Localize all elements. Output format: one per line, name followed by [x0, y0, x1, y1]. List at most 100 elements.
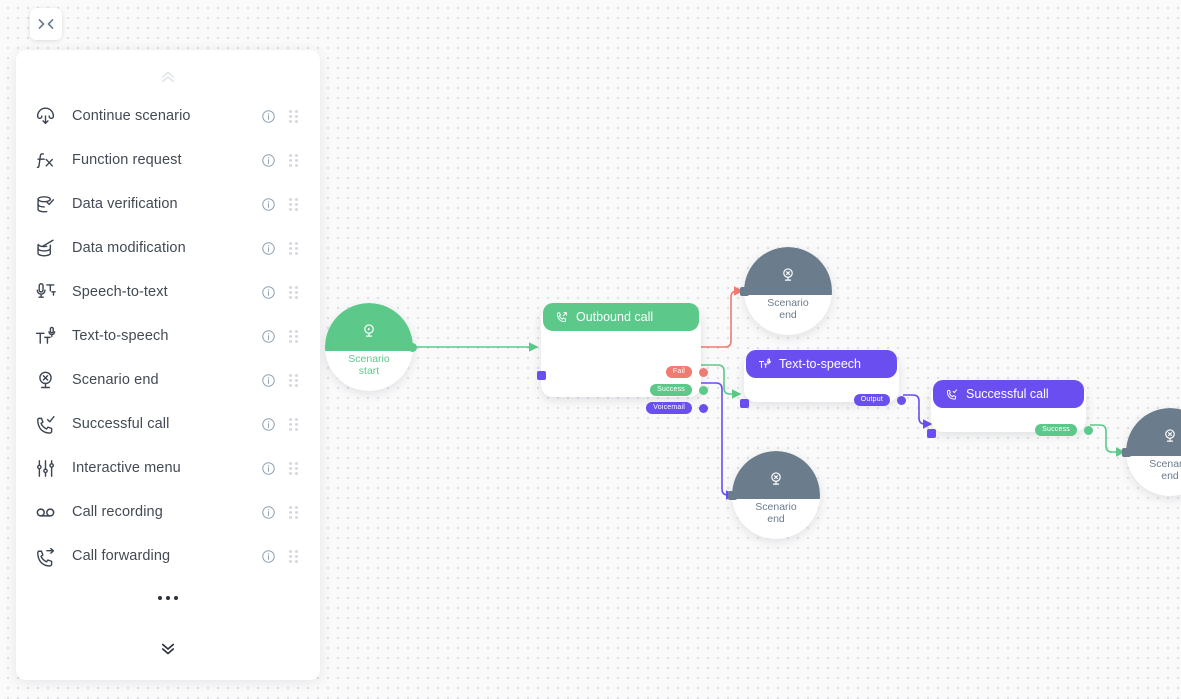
- info-circle-icon[interactable]: [256, 153, 280, 168]
- info-circle-icon[interactable]: [256, 109, 280, 124]
- drag-handle-icon[interactable]: [280, 197, 306, 211]
- port-success-2[interactable]: Success: [1035, 424, 1093, 436]
- scenario-start-circle[interactable]: Scenario start: [325, 303, 413, 391]
- port-fail[interactable]: Fail: [665, 366, 708, 378]
- sidebar-item-speech-to-text[interactable]: Speech-to-text: [30, 270, 306, 314]
- edge-success-to-scenario-end-right: [1090, 424, 1126, 457]
- port-success-2-dot[interactable]: [1084, 425, 1093, 435]
- drag-handle-icon[interactable]: [280, 153, 306, 167]
- sidebar-more-button[interactable]: [30, 578, 306, 618]
- ellipsis-icon: [158, 596, 162, 600]
- chevron-double-up-icon: [161, 71, 175, 83]
- call-forwarding-icon: [30, 546, 60, 567]
- port-success[interactable]: Success: [650, 384, 708, 396]
- successful-call-title: Successful call: [966, 387, 1049, 401]
- collapse-horizontal-icon: [38, 19, 54, 29]
- info-circle-icon[interactable]: [256, 285, 280, 300]
- node-scenario-end-bottom[interactable]: Scenario end: [728, 451, 820, 539]
- outbound-call-title: Outbound call: [576, 310, 654, 324]
- info-circle-icon[interactable]: [256, 417, 280, 432]
- sidebar-item-label: Function request: [72, 152, 182, 168]
- port-fail-dot[interactable]: [699, 367, 708, 377]
- sidebar-item-data-verification[interactable]: Data verification: [30, 182, 306, 226]
- info-circle-icon[interactable]: [256, 329, 280, 344]
- function-request-icon: [30, 150, 60, 171]
- scenario-end-bottom-dome: [732, 451, 820, 499]
- drag-handle-icon[interactable]: [280, 417, 306, 431]
- data-verification-icon: [30, 194, 60, 215]
- sidebar-item-label: Speech-to-text: [72, 284, 168, 300]
- outbound-call-header: Outbound call: [543, 303, 699, 331]
- blocks-sidebar[interactable]: Continue scenario Function request Data …: [16, 50, 320, 680]
- scenario-start-output-port[interactable]: [408, 343, 417, 352]
- successful-call-input-port[interactable]: [927, 429, 936, 438]
- port-success-label: Success: [650, 384, 692, 396]
- scenario-end-icon: [783, 268, 793, 281]
- node-scenario-end-right[interactable]: Scenario end: [1122, 408, 1181, 496]
- node-successful-call[interactable]: Successful call Success: [927, 380, 1093, 438]
- sidebar-item-successful-call[interactable]: Successful call: [30, 402, 306, 446]
- drag-handle-icon[interactable]: [280, 549, 306, 563]
- port-success-dot[interactable]: [699, 385, 708, 395]
- sidebar-item-label: Call forwarding: [72, 548, 171, 564]
- node-scenario-end-top[interactable]: Scenario end: [740, 247, 832, 335]
- text-to-speech-card[interactable]: Text-to-speech Output: [740, 350, 906, 408]
- successful-call-header: Successful call: [933, 380, 1084, 408]
- drag-handle-icon[interactable]: [280, 109, 306, 123]
- info-circle-icon[interactable]: [256, 549, 280, 564]
- scenario-end-bottom-circle[interactable]: Scenario end: [732, 451, 820, 539]
- sidebar-item-interactive-menu[interactable]: Interactive menu: [30, 446, 306, 490]
- sidebar-item-scenario-end[interactable]: Scenario end: [30, 358, 306, 402]
- info-circle-icon[interactable]: [256, 505, 280, 520]
- scenario-end-top-circle[interactable]: Scenario end: [744, 247, 832, 335]
- scenario-end-right-input-port[interactable]: [1122, 448, 1131, 457]
- info-circle-icon[interactable]: [256, 241, 280, 256]
- node-outbound-call[interactable]: Outbound call Fail Success Voicemail: [537, 303, 708, 414]
- sidebar-item-function-request[interactable]: Function request: [30, 138, 306, 182]
- port-output[interactable]: Output: [853, 394, 906, 406]
- successful-call-icon: [30, 414, 60, 435]
- port-voicemail[interactable]: Voicemail: [646, 402, 708, 414]
- call-recording-icon: [30, 502, 60, 523]
- collapse-panel-button[interactable]: [30, 8, 62, 40]
- scenario-end-top-input-port[interactable]: [740, 287, 749, 296]
- node-scenario-start[interactable]: Scenario start: [325, 303, 417, 391]
- port-voicemail-dot[interactable]: [699, 403, 708, 413]
- successful-call-card[interactable]: Successful call Success: [927, 380, 1093, 438]
- successful-call-icon: [945, 388, 958, 401]
- info-circle-icon[interactable]: [256, 373, 280, 388]
- chevron-double-down-icon: [161, 643, 175, 655]
- info-circle-icon[interactable]: [256, 197, 280, 212]
- text-to-speech-icon: [758, 357, 771, 371]
- sidebar-item-label: Interactive menu: [72, 460, 181, 476]
- play-scenario-icon: [364, 324, 374, 337]
- drag-handle-icon[interactable]: [280, 373, 306, 387]
- flow-builder-canvas[interactable]: Scenario start Outbound call Fail Succes…: [0, 0, 1181, 699]
- sidebar-scroll-up-button[interactable]: [16, 50, 320, 94]
- outbound-call-input-port[interactable]: [537, 371, 546, 380]
- scenario-end-bottom-label: Scenario end: [755, 501, 797, 525]
- info-circle-icon[interactable]: [256, 461, 280, 476]
- sidebar-item-call-forwarding[interactable]: Call forwarding: [30, 534, 306, 578]
- port-output-dot[interactable]: [897, 395, 906, 405]
- sidebar-item-data-modification[interactable]: Data modification: [30, 226, 306, 270]
- outbound-call-body: Fail Success Voicemail: [537, 335, 708, 414]
- sidebar-item-continue-scenario[interactable]: Continue scenario: [30, 94, 306, 138]
- scenario-end-right-circle[interactable]: Scenario end: [1126, 408, 1181, 496]
- outbound-call-card[interactable]: Outbound call Fail Success Voicemail: [537, 303, 708, 414]
- sidebar-scroll-down-button[interactable]: [16, 636, 320, 680]
- sidebar-item-label: Text-to-speech: [72, 328, 169, 344]
- drag-handle-icon[interactable]: [280, 461, 306, 475]
- text-to-speech-input-port[interactable]: [740, 399, 749, 408]
- text-to-speech-header: Text-to-speech: [746, 350, 897, 378]
- drag-handle-icon[interactable]: [280, 505, 306, 519]
- drag-handle-icon[interactable]: [280, 285, 306, 299]
- sidebar-item-call-recording[interactable]: Call recording: [30, 490, 306, 534]
- drag-handle-icon[interactable]: [280, 329, 306, 343]
- drag-handle-icon[interactable]: [280, 241, 306, 255]
- node-text-to-speech[interactable]: Text-to-speech Output: [740, 350, 906, 408]
- sidebar-item-text-to-speech[interactable]: Text-to-speech: [30, 314, 306, 358]
- scenario-end-top-label: Scenario end: [767, 297, 809, 321]
- text-to-speech-title: Text-to-speech: [779, 357, 861, 371]
- scenario-end-bottom-input-port[interactable]: [728, 491, 737, 500]
